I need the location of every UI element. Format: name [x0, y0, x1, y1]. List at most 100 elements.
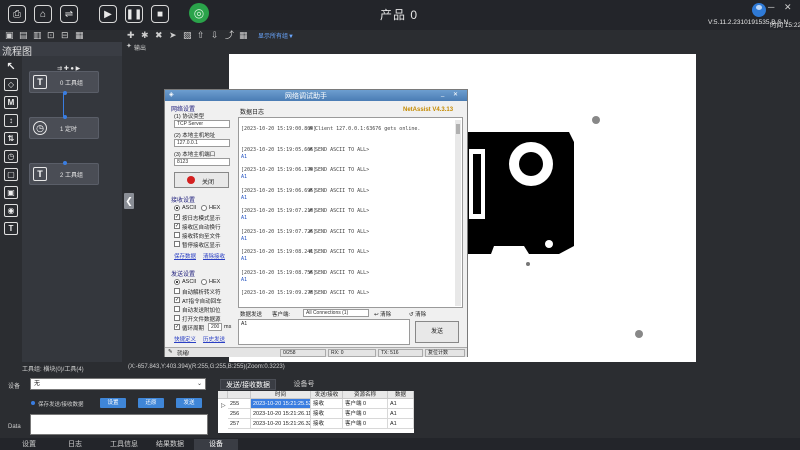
shortcut-def-link[interactable]: 快捷定义	[174, 335, 196, 343]
tab-settings[interactable]: 设置	[14, 439, 44, 450]
flow-node-toolgroup-0[interactable]: T 0 工具组	[29, 71, 99, 95]
save-as-icon[interactable]: ▤	[19, 30, 28, 41]
netassist-titlebar[interactable]: ◈ 网络调试助手 _ ✕	[165, 90, 467, 101]
cursor-icon[interactable]: ➤	[169, 30, 177, 41]
send-option-checkbox[interactable]	[174, 306, 180, 312]
protocol-select[interactable]: TCP Server	[174, 120, 230, 128]
minimize-icon[interactable]: _	[441, 91, 444, 97]
clear-all-button[interactable]: ↺ 清除	[409, 310, 426, 318]
close-icon[interactable]: ✕	[784, 2, 792, 13]
host-select[interactable]: 127.0.0.1	[174, 139, 230, 147]
close-x-icon[interactable]: ✖	[155, 30, 163, 41]
tab-tool-info[interactable]: 工具信息	[104, 439, 144, 450]
home-icon[interactable]: ⌂	[34, 5, 52, 23]
send-ascii-radio[interactable]	[174, 279, 180, 285]
m-tool-icon[interactable]: M	[4, 96, 18, 109]
table-header[interactable]: 数据	[388, 391, 414, 399]
tab-result-data[interactable]: 结果数据	[150, 439, 190, 450]
display-mode-dropdown[interactable]: 显示所有组▼	[258, 31, 294, 40]
save-icon[interactable]: ▣	[5, 30, 14, 41]
user-icon[interactable]	[752, 3, 766, 17]
table-cell[interactable]: 255	[228, 399, 251, 409]
recv-option-checkbox[interactable]	[174, 232, 180, 238]
export-icon[interactable]: ⤴	[225, 30, 234, 41]
table-cell[interactable]: 客户端 0	[343, 409, 388, 419]
clock-tool-icon[interactable]: ◷	[4, 150, 18, 163]
link-icon[interactable]: ⇌	[60, 5, 78, 23]
grid-icon[interactable]: ▦	[239, 30, 248, 41]
table-cell[interactable]: 接收	[311, 399, 343, 409]
up-arrow-icon[interactable]: ⇧	[197, 30, 205, 41]
tab-device-number[interactable]: 设备号	[284, 379, 324, 390]
send-button[interactable]: 发送	[415, 321, 459, 343]
table-cell[interactable]: A1	[388, 399, 414, 409]
client-select[interactable]: All Connections (1)	[303, 309, 369, 317]
send-data-button[interactable]: 发送	[176, 398, 202, 408]
flow-node-timer-1[interactable]: ◷ 1 定时	[29, 115, 99, 139]
recv-option-checkbox[interactable]	[174, 241, 180, 247]
unlock-icon[interactable]: ⊟	[61, 30, 69, 41]
flow-canvas[interactable]	[22, 56, 122, 362]
table-cell[interactable]: A1	[388, 419, 414, 429]
text-tool-icon[interactable]: T	[4, 222, 18, 235]
device-select[interactable]: 无 ⌄	[30, 378, 206, 390]
table-cell[interactable]: 接收	[311, 419, 343, 429]
table-cell[interactable]: 2023-10-20 15:21:25.528	[251, 399, 311, 409]
app-logo-icon[interactable]: ◎	[189, 3, 209, 23]
restore-button[interactable]: 还原	[138, 398, 164, 408]
send-option-checkbox[interactable]	[174, 288, 180, 294]
document-icon[interactable]: ▧	[183, 30, 192, 41]
node-toolbar-icons[interactable]: ⇉ ✚ ● ▶	[57, 65, 80, 72]
settings-icon[interactable]: ✱	[141, 30, 149, 41]
clear-recv-link[interactable]: 清除接收	[203, 252, 225, 260]
send-option-checkbox[interactable]	[174, 315, 180, 321]
close-icon[interactable]: ✕	[453, 91, 458, 98]
tab-send-recv-data[interactable]: 发送/接收数据	[220, 379, 276, 390]
scrollbar[interactable]	[455, 120, 461, 306]
send-option-checkbox[interactable]: ✓	[174, 297, 180, 303]
add-icon[interactable]: ✚	[127, 30, 135, 41]
settings-button[interactable]: 设置	[100, 398, 126, 408]
reset-count-button[interactable]: 复位计数	[425, 349, 465, 357]
table-cell[interactable]: 257	[228, 419, 251, 429]
save-data-radio[interactable]	[31, 401, 35, 405]
table-cell[interactable]: 客户端 0	[343, 399, 388, 409]
table-cell[interactable]: A1	[388, 409, 414, 419]
recv-ascii-radio[interactable]	[174, 205, 180, 211]
box2-tool-icon[interactable]: ▣	[4, 186, 18, 199]
cursor-tool-icon[interactable]: ↖	[4, 60, 18, 73]
collapse-panel-button[interactable]: ❮	[124, 193, 134, 209]
tab-device[interactable]: 设备	[194, 439, 238, 450]
recv-option-checkbox[interactable]: ✓	[174, 223, 180, 229]
updown-tool-icon[interactable]: ↕	[4, 114, 18, 127]
flow-node-toolgroup-2[interactable]: T 2 工具组	[29, 161, 99, 185]
cycle-input[interactable]: 200	[208, 323, 222, 331]
down-arrow-icon[interactable]: ⇩	[211, 30, 219, 41]
stop-icon[interactable]: ■	[151, 5, 169, 23]
folder-open-icon[interactable]: ⎙	[8, 5, 26, 23]
table-header[interactable]: 资源名称	[343, 391, 388, 399]
data-input[interactable]	[30, 414, 208, 435]
save-data-link[interactable]: 保存数据	[174, 252, 196, 260]
node-port[interactable]	[63, 161, 67, 165]
netassist-window[interactable]: ◈ 网络调试助手 _ ✕ 网络设置 (1) 协议类型 TCP Server (2…	[164, 89, 468, 357]
tab-log[interactable]: 日志	[60, 439, 90, 450]
cycle-checkbox[interactable]: ✓	[174, 324, 180, 330]
table-header[interactable]: 时间	[251, 391, 311, 399]
table-header[interactable]: 发送/接收	[311, 391, 343, 399]
port-input[interactable]: 8123	[174, 158, 230, 166]
camera-tool-icon[interactable]: ◉	[4, 204, 18, 217]
send-textarea[interactable]: A1	[238, 319, 410, 345]
clear-send-button[interactable]: ↩ 清除	[374, 310, 391, 318]
clipboard-icon[interactable]: ▥	[33, 30, 42, 41]
diamond-tool-icon[interactable]: ◇	[4, 78, 18, 91]
node-port[interactable]	[63, 115, 67, 119]
folder-icon[interactable]: ▦	[75, 30, 84, 41]
box-tool-icon[interactable]: ▢	[4, 168, 18, 181]
send-hex-radio[interactable]	[201, 279, 207, 285]
play-icon[interactable]: ▶	[99, 5, 117, 23]
data-log[interactable]: [2023-10-20 15:19:00.809] # Client 127.0.…	[238, 117, 463, 308]
maximize-icon[interactable]: ─	[768, 2, 774, 12]
history-send-link[interactable]: 历史发送	[203, 335, 225, 343]
table-cell[interactable]: 2023-10-20 15:21:26.117	[251, 409, 311, 419]
